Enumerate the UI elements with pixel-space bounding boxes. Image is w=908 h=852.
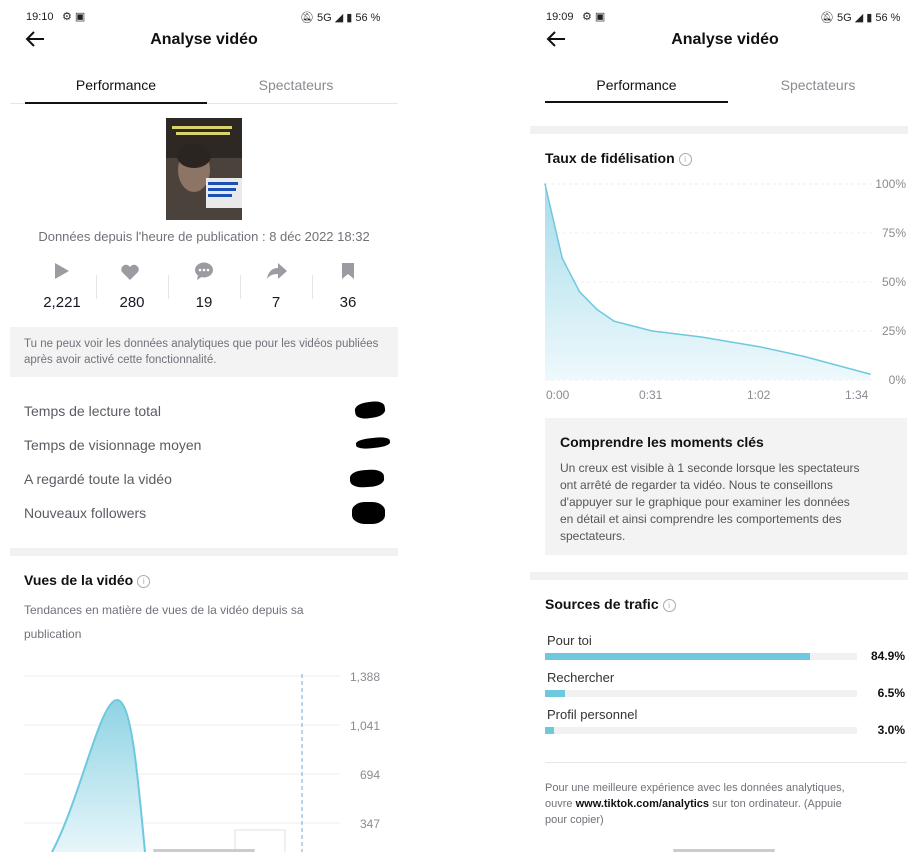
views-ytick: 694: [359, 768, 380, 782]
analytics-footer: Pour une meilleure expérience avec les d…: [545, 782, 845, 826]
traffic-bar-fill: [545, 727, 555, 734]
key-moments-text: Un creux est visible à 1 seconde lorsque…: [560, 461, 860, 543]
retention-point: [758, 345, 761, 348]
traffic-label: Pour toi: [547, 633, 592, 648]
status-time: 19:09: [546, 11, 574, 23]
stat-shares: 7: [271, 294, 281, 311]
views-ytick: 347: [359, 817, 380, 831]
traffic-percent: 6.5%: [877, 686, 905, 700]
retention-chart[interactable]: [530, 170, 908, 390]
info-icon[interactable]: i: [678, 153, 692, 166]
key-moments-title: Comprendre les moments clés: [560, 434, 764, 450]
thumbnail-image: [166, 118, 242, 220]
page-title: Analyse vidéo: [671, 31, 779, 48]
notice-text: Tu ne peux voir les données analytiques …: [24, 338, 379, 366]
retention-ytick: 100%: [875, 177, 906, 191]
page-title: Analyse vidéo: [150, 31, 258, 48]
stat-likes: 280: [119, 294, 145, 311]
retention-ytick: 75%: [881, 226, 906, 240]
retention-section-title: Taux de fidélisation i: [545, 150, 692, 166]
section-divider: [530, 572, 908, 580]
heart-icon: [120, 264, 140, 285]
retention-ytick: 0%: [888, 373, 906, 387]
tab-spectateurs[interactable]: Spectateurs: [728, 77, 908, 93]
metric-total-playtime: Temps de lecture total: [24, 403, 161, 419]
comment-icon: [194, 262, 214, 285]
views-subtitle: Tendances en matière de vues de la vidéo…: [24, 603, 304, 617]
status-right: 🔕︎ 5G ◢ ▮ 56 %: [820, 12, 901, 24]
key-moments-box: Comprendre les moments clés Un creux est…: [545, 418, 907, 555]
info-icon[interactable]: i: [137, 575, 151, 588]
info-icon[interactable]: i: [662, 599, 676, 612]
traffic-bar-fill: [545, 653, 810, 660]
traffic-section-title: Sources de trafic i: [545, 596, 676, 612]
traffic-label: Profil personnel: [547, 707, 638, 722]
retention-point: [596, 308, 598, 311]
section-divider: [530, 126, 908, 134]
tab-indicator: [545, 101, 728, 103]
redaction-mark: [355, 436, 391, 450]
retention-point: [651, 330, 653, 332]
traffic-percent: 84.9%: [870, 649, 905, 663]
mute-icon: 🔕︎: [820, 12, 838, 24]
stat-views: 2,221: [43, 294, 81, 311]
retention-xtick: 0:31: [639, 388, 663, 402]
stat-divider: [96, 275, 97, 299]
metric-full-video: A regardé toute la vidéo: [24, 471, 172, 487]
traffic-percent: 3.0%: [877, 723, 905, 737]
retention-xtick: 0:00: [546, 388, 570, 402]
stat-divider: [240, 275, 241, 299]
traffic-bar-fill: [545, 690, 566, 697]
data-since-label: Données depuis l'heure de publication : …: [38, 229, 370, 244]
stat-saves: 36: [339, 294, 357, 311]
tab-indicator: [25, 102, 207, 104]
section-divider: [10, 548, 398, 556]
stat-divider: [168, 275, 169, 299]
retention-xtick: 1:02: [747, 388, 771, 402]
views-area: [52, 700, 145, 852]
traffic-bar-track: [545, 690, 857, 697]
notice-box: Tu ne peux voir les données analytiques …: [10, 327, 398, 377]
retention-point: [544, 183, 546, 185]
traffic-bar-track: [545, 653, 857, 660]
traffic-label: Rechercher: [547, 670, 615, 685]
stat-comments: 19: [195, 294, 213, 311]
views-subtitle-2: publication: [24, 627, 82, 641]
retention-ytick: 50%: [881, 275, 906, 289]
retention-point: [803, 355, 806, 358]
redaction-mark: [349, 468, 385, 489]
bookmark-icon: [341, 262, 355, 285]
status-icons: ⚙ ▣: [582, 11, 606, 23]
play-icon: [52, 262, 70, 285]
tab-performance[interactable]: Performance: [25, 77, 207, 93]
views-ytick: 1,041: [349, 719, 380, 733]
views-ytick: 1,388: [349, 670, 380, 684]
views-gridlines: [24, 675, 340, 824]
views-section-title: Vues de la vidéo i: [24, 572, 151, 588]
tab-spectateurs[interactable]: Spectateurs: [207, 77, 385, 93]
divider: [545, 762, 907, 763]
retention-point: [561, 257, 564, 260]
analytics-link[interactable]: www.tiktok.com/analytics: [576, 798, 709, 810]
metric-new-followers: Nouveaux followers: [24, 505, 147, 521]
share-icon: [266, 262, 288, 285]
retention-xtick: 1:34: [845, 388, 869, 402]
status-right: 🔕︎ 5G ◢ ▮ 56 %: [300, 12, 381, 24]
redaction-mark: [354, 399, 386, 421]
tab-performance[interactable]: Performance: [545, 77, 728, 93]
traffic-bar-track: [545, 727, 857, 734]
status-time: 19:10: [26, 11, 54, 23]
retention-ytick: 25%: [881, 324, 906, 338]
stat-divider: [312, 275, 313, 299]
redaction-mark: [352, 502, 385, 524]
metric-average-watch-time: Temps de visionnage moyen: [24, 437, 202, 453]
mute-icon: 🔕︎: [300, 12, 318, 24]
status-icons: ⚙ ▣: [62, 11, 86, 23]
video-thumbnail[interactable]: [166, 118, 242, 220]
retention-point: [613, 320, 615, 322]
retention-point: [578, 291, 581, 293]
retention-point: [699, 336, 702, 338]
